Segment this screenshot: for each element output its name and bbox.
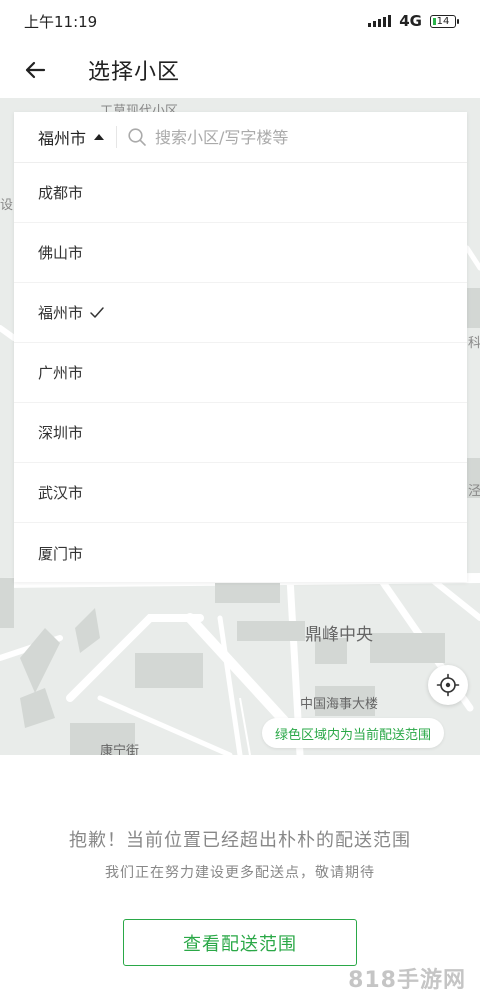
search-icon xyxy=(128,128,146,146)
map-label-left-cut: 设 xyxy=(0,198,14,213)
map-label-street: 康宁街 xyxy=(100,744,140,755)
map-label-dingfeng: 鼎峰中央 xyxy=(305,625,373,645)
city-item-guangzhou[interactable]: 广州市 xyxy=(14,343,467,403)
watermark: 818手游网 xyxy=(348,968,466,993)
header: 选择小区 xyxy=(0,42,480,98)
caret-up-icon xyxy=(94,134,105,140)
current-city: 福州市 xyxy=(38,129,87,148)
page-title: 选择小区 xyxy=(88,60,181,85)
locate-crosshair-icon xyxy=(436,673,460,697)
status-bar: 上午11:19 4G 14 xyxy=(0,0,480,42)
status-time: 上午11:19 xyxy=(24,12,98,31)
city-item-label: 深圳市 xyxy=(38,424,84,442)
city-item-foshan[interactable]: 佛山市 xyxy=(14,223,467,283)
out-of-range-subtext: 我们正在努力建设更多配送点，敬请期待 xyxy=(105,865,375,881)
city-item-label: 厦门市 xyxy=(38,544,84,563)
city-picker-panel: 福州市 成都市 佛山市 福州市 广州市 xyxy=(14,112,467,582)
city-item-label: 福州市 xyxy=(38,304,84,322)
map-label-right-cut-2: 泾 xyxy=(468,484,480,499)
battery-icon: 14 xyxy=(430,14,459,28)
city-dropdown[interactable]: 福州市 xyxy=(14,112,110,162)
search-bar: 福州市 xyxy=(14,112,467,163)
view-delivery-range-button[interactable]: 查看配送范围 xyxy=(123,919,357,966)
city-item-chengdu[interactable]: 成都市 xyxy=(14,163,467,223)
search-input[interactable] xyxy=(153,126,417,148)
city-list: 成都市 佛山市 福州市 广州市 深圳市 武汉市 厦门市 xyxy=(14,163,467,583)
city-item-wuhan[interactable]: 武汉市 xyxy=(14,463,467,523)
arrow-left-icon xyxy=(25,61,46,79)
search-box[interactable] xyxy=(117,112,467,162)
delivery-range-tip: 绿色区域内为当前配送范围 xyxy=(262,718,445,748)
city-item-fuzhou[interactable]: 福州市 xyxy=(14,283,467,343)
network-type: 4G xyxy=(399,12,422,30)
out-of-range-message: 抱歉！当前位置已经超出朴朴的配送范围 xyxy=(69,830,411,851)
city-item-label: 成都市 xyxy=(38,184,84,202)
locate-button[interactable] xyxy=(428,665,468,705)
city-item-shenzhen[interactable]: 深圳市 xyxy=(14,403,467,463)
city-item-label: 佛山市 xyxy=(38,244,84,262)
signal-icon xyxy=(368,15,392,27)
city-item-label: 武汉市 xyxy=(38,484,84,502)
map-label-right-cut-1: 科 xyxy=(468,336,480,351)
city-item-label: 广州市 xyxy=(38,364,84,382)
status-indicators: 4G 14 xyxy=(368,12,459,30)
battery-level: 14 xyxy=(436,15,450,27)
map-label-building: 中国海事大楼 xyxy=(300,697,379,712)
back-button[interactable] xyxy=(0,42,70,98)
check-icon xyxy=(89,306,105,320)
city-item-xiamen[interactable]: 厦门市 xyxy=(14,523,467,583)
